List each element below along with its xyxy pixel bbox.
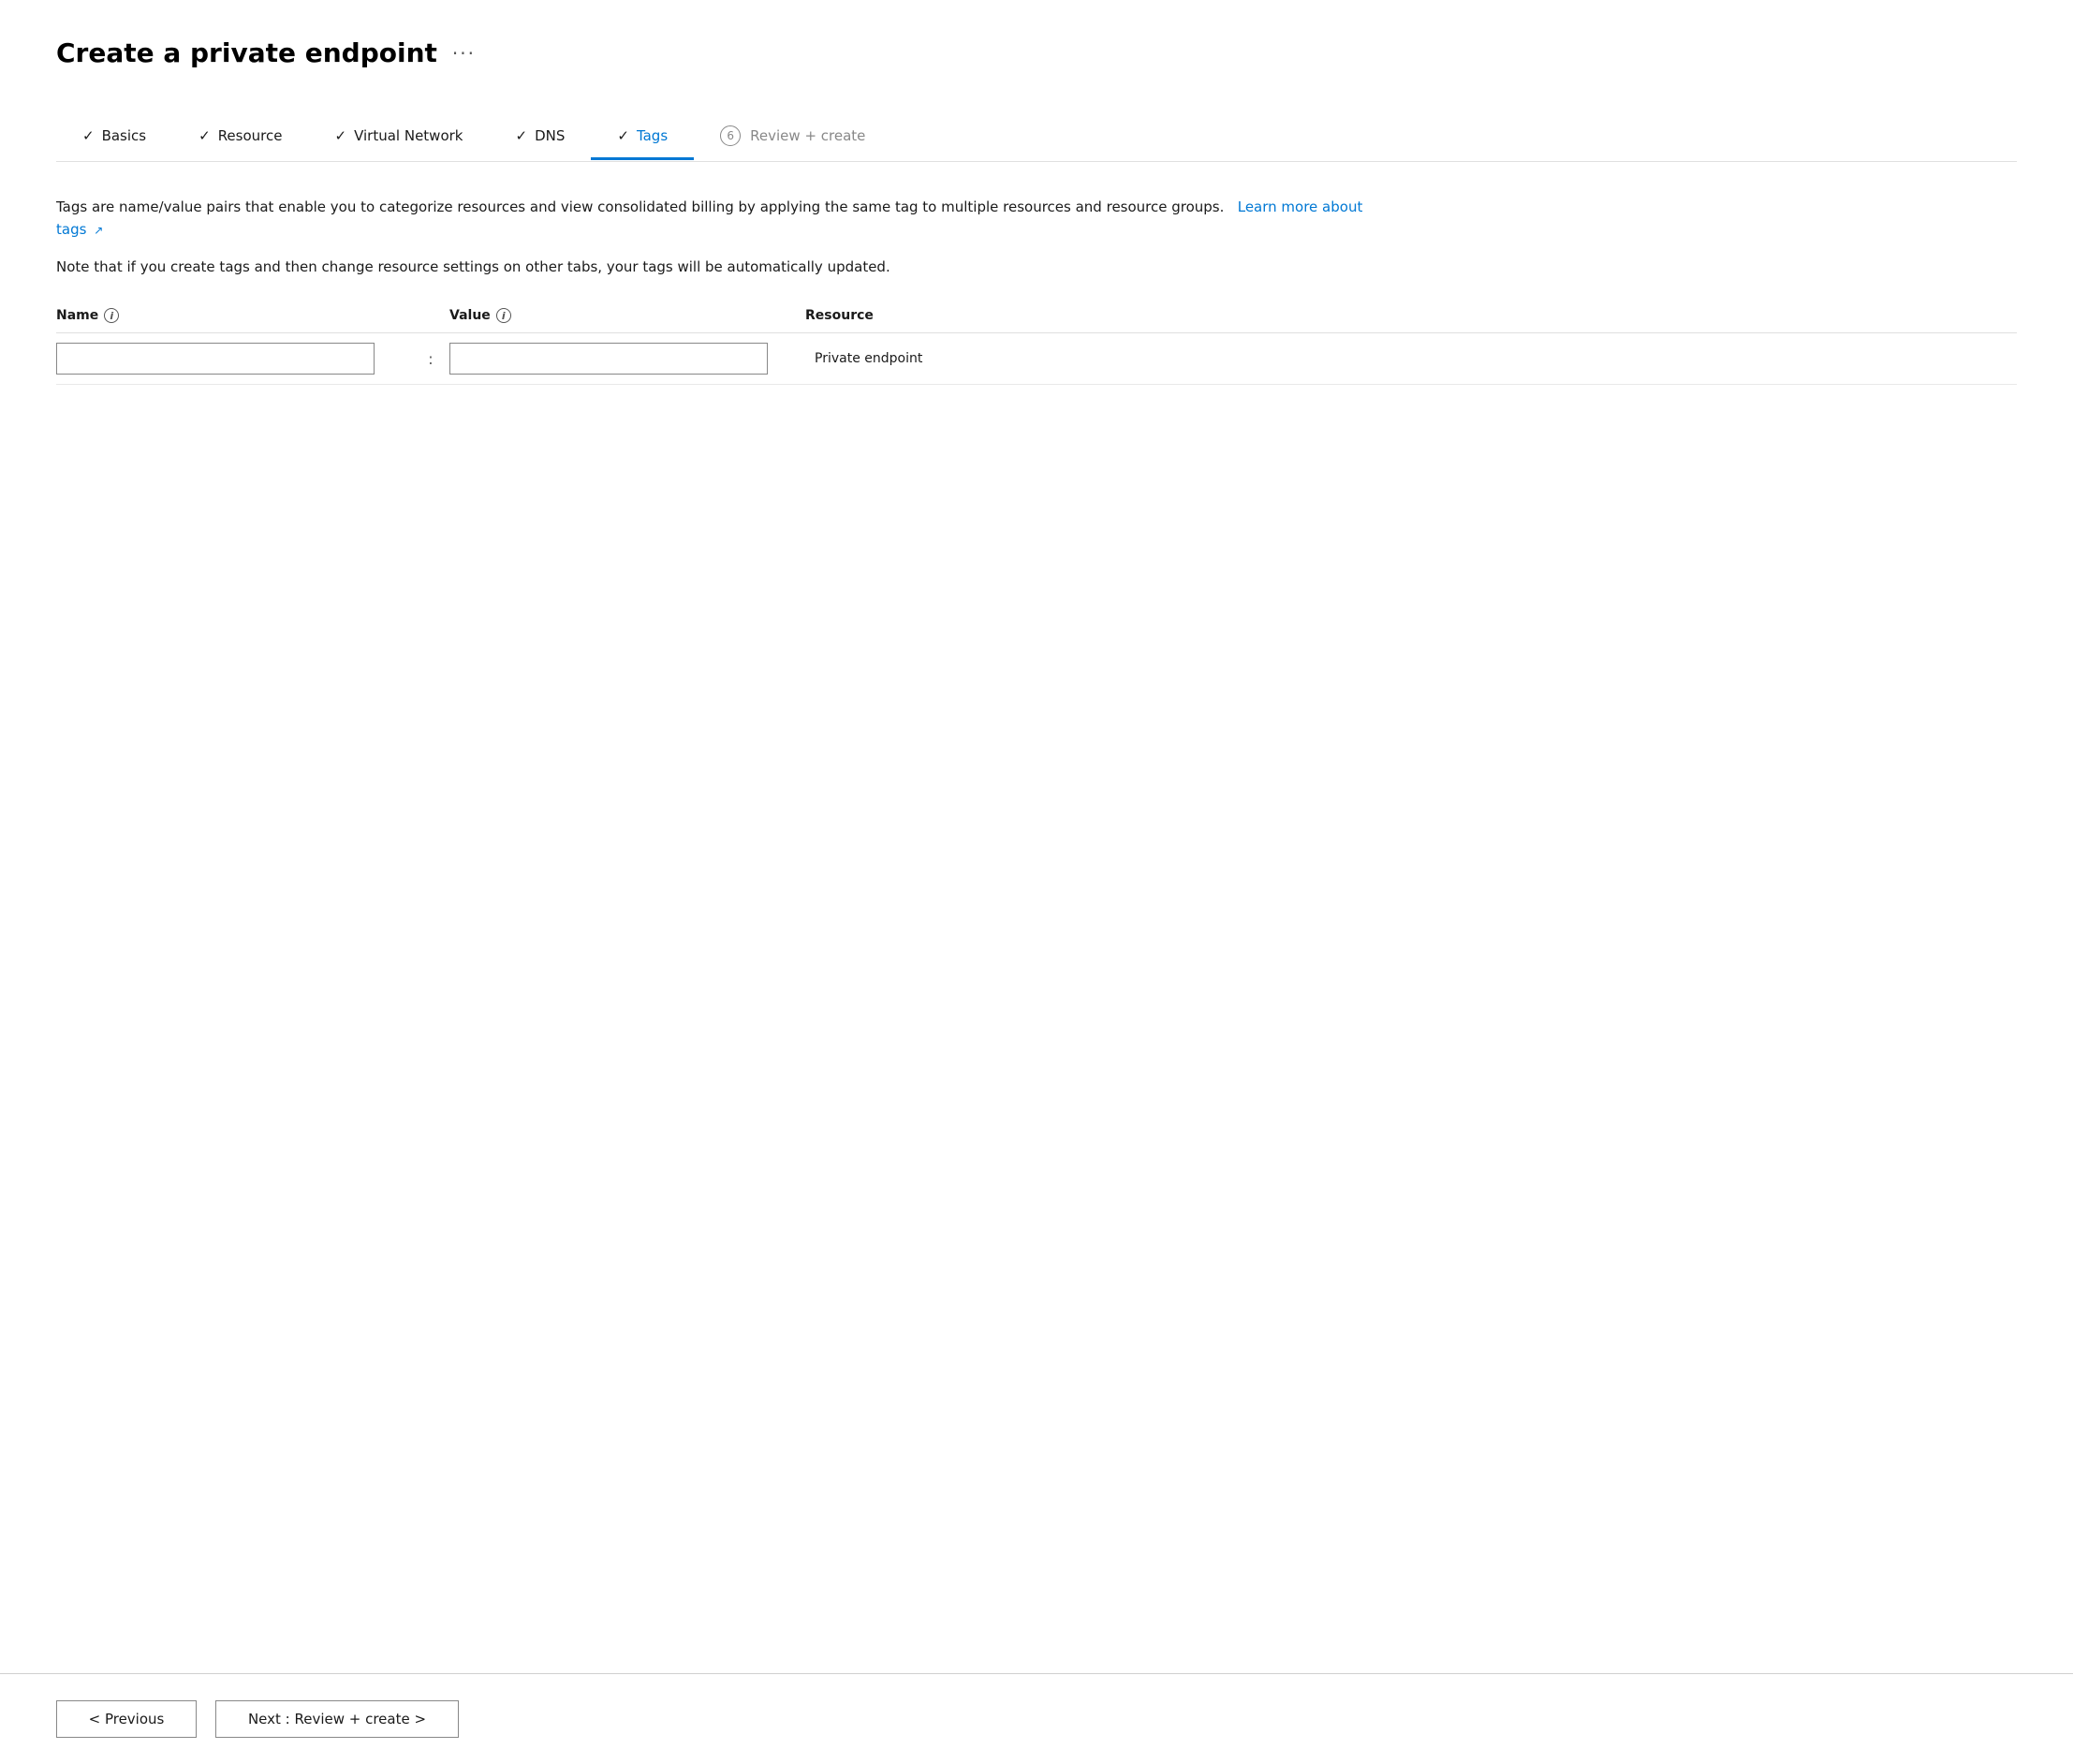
tab-dns-label: DNS — [535, 127, 565, 144]
tab-resource[interactable]: ✓ Resource — [172, 116, 308, 160]
note-text: Note that if you create tags and then ch… — [56, 256, 1367, 278]
tab-dns[interactable]: ✓ DNS — [489, 116, 591, 160]
tab-basics[interactable]: ✓ Basics — [56, 116, 172, 160]
value-info-icon[interactable]: i — [496, 308, 511, 323]
wizard-tabs: ✓ Basics ✓ Resource ✓ Virtual Network ✓ … — [56, 113, 2017, 162]
page-title: Create a private endpoint — [56, 37, 437, 68]
tag-resource-label: Private endpoint — [805, 351, 2017, 366]
col-value-label: Value — [449, 308, 491, 323]
tab-virtual-network[interactable]: ✓ Virtual Network — [308, 116, 489, 160]
description-text: Tags are name/value pairs that enable yo… — [56, 196, 1367, 241]
next-button[interactable]: Next : Review + create > — [215, 1700, 459, 1738]
col-header-resource: Resource — [805, 308, 2017, 323]
col-name-label: Name — [56, 308, 98, 323]
check-icon: ✓ — [82, 127, 95, 144]
tab-tags[interactable]: ✓ Tags — [591, 116, 694, 160]
tags-table-header: Name i Value i Resource — [56, 308, 2017, 333]
page-footer: < Previous Next : Review + create > — [0, 1673, 2073, 1764]
tab-resource-label: Resource — [218, 127, 283, 144]
previous-button[interactable]: < Previous — [56, 1700, 197, 1738]
description-main: Tags are name/value pairs that enable yo… — [56, 198, 1224, 215]
description-block: Tags are name/value pairs that enable yo… — [56, 196, 1367, 278]
tab-review-create-label: Review + create — [750, 127, 865, 144]
col-header-name: Name i — [56, 308, 412, 323]
col-resource-label: Resource — [805, 308, 874, 323]
table-row: : Private endpoint — [56, 333, 2017, 385]
tab-number-badge: 6 — [720, 125, 741, 146]
external-link-icon: ↗ — [94, 224, 103, 237]
tab-basics-label: Basics — [102, 127, 147, 144]
col-header-value: Value i — [449, 308, 805, 323]
check-icon: ✓ — [515, 127, 527, 144]
tag-name-wrapper — [56, 343, 412, 375]
more-options-icon[interactable]: ··· — [452, 42, 476, 65]
colon-separator: : — [412, 350, 449, 368]
check-icon: ✓ — [198, 127, 211, 144]
tab-virtual-network-label: Virtual Network — [354, 127, 463, 144]
check-icon: ✓ — [334, 127, 346, 144]
name-info-icon[interactable]: i — [104, 308, 119, 323]
tag-name-input[interactable] — [56, 343, 375, 375]
tab-tags-label: Tags — [637, 127, 668, 144]
check-icon: ✓ — [617, 127, 629, 144]
tags-table-container: Name i Value i Resource : Private endpoi… — [56, 308, 2017, 385]
tab-review-create[interactable]: 6 Review + create — [694, 114, 891, 162]
tag-value-input[interactable] — [449, 343, 768, 375]
tag-value-wrapper — [449, 343, 805, 375]
